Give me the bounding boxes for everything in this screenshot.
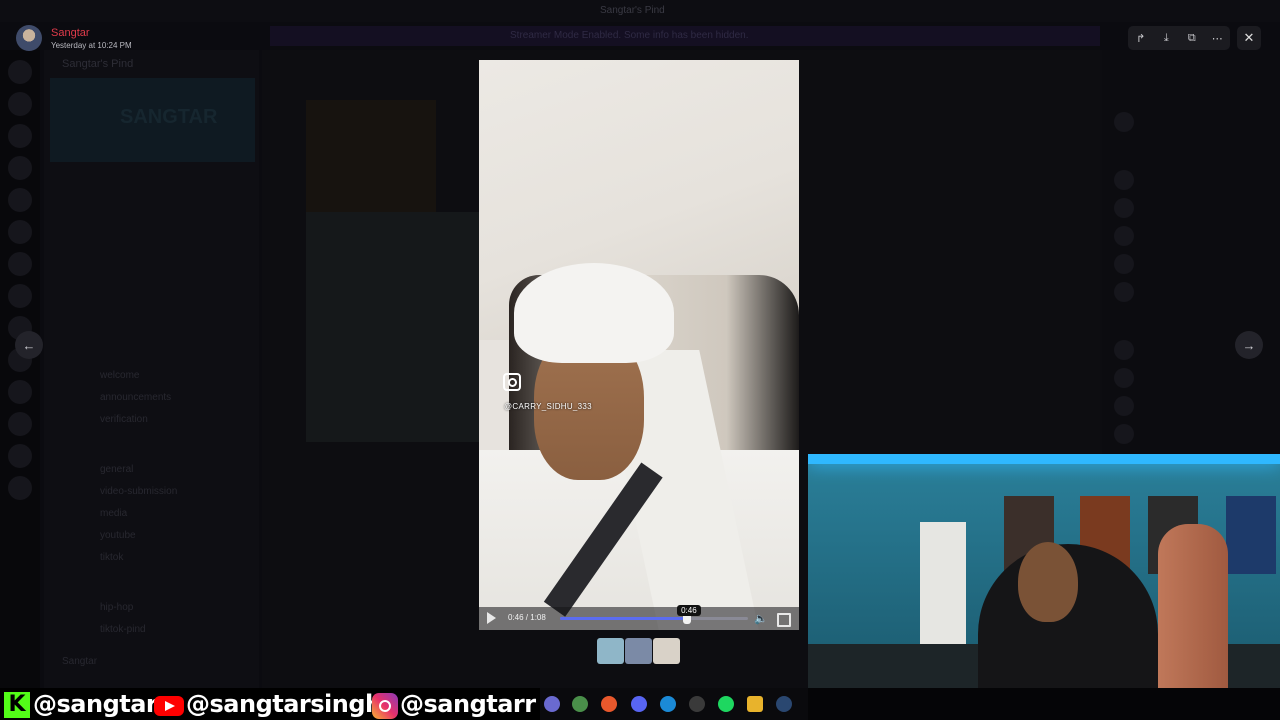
play-icon[interactable] bbox=[487, 612, 496, 624]
channel-item: announcements bbox=[100, 392, 172, 403]
open-external-icon[interactable]: ⧉ bbox=[1183, 29, 1201, 47]
window-titlebar: Sangtar's Pind bbox=[0, 0, 1280, 22]
watermark-handle: @CARRY_SIDHU_333 bbox=[504, 402, 592, 411]
channel-item: tiktok bbox=[100, 552, 124, 563]
arrow-left-icon[interactable]: ← bbox=[15, 331, 43, 359]
server-icon bbox=[8, 284, 32, 308]
chat-image bbox=[306, 212, 481, 442]
server-icon bbox=[8, 156, 32, 180]
webcam-content bbox=[808, 454, 1280, 464]
server-icon bbox=[8, 60, 32, 84]
channel-item: media bbox=[100, 508, 128, 519]
streamer-mode-banner: Streamer Mode Enabled. Some info has bee… bbox=[270, 26, 1100, 46]
server-icon bbox=[8, 188, 32, 212]
instagram-watermark-icon bbox=[503, 373, 521, 391]
seek-progress bbox=[560, 617, 688, 620]
server-header: Sangtar's Pind bbox=[44, 50, 259, 76]
seek-bar[interactable]: 0:46 bbox=[560, 605, 748, 624]
folder-icon[interactable] bbox=[747, 696, 763, 712]
channel-item: tiktok-pind bbox=[100, 624, 146, 635]
server-icon bbox=[8, 124, 32, 148]
member-avatar bbox=[1114, 424, 1134, 444]
app-icon[interactable] bbox=[689, 696, 705, 712]
channel-item: youtube bbox=[100, 530, 136, 541]
webcam-content bbox=[1158, 524, 1228, 688]
channel-item: verification bbox=[100, 414, 148, 425]
member-avatar bbox=[1114, 170, 1134, 190]
uploader-name[interactable]: Sangtar bbox=[51, 27, 90, 39]
app-icon[interactable] bbox=[544, 696, 560, 712]
instagram-handle: @sangtarr bbox=[400, 690, 536, 718]
instagram-icon bbox=[372, 693, 398, 719]
webcam-content bbox=[1226, 496, 1276, 574]
seek-tooltip: 0:46 bbox=[677, 605, 701, 616]
channel-item: general bbox=[100, 464, 134, 475]
window-title: Sangtar's Pind bbox=[600, 5, 665, 16]
upload-timestamp: Yesterday at 10:24 PM bbox=[51, 41, 132, 50]
server-icon bbox=[8, 252, 32, 276]
kick-icon: K bbox=[4, 692, 30, 718]
member-avatar bbox=[1114, 226, 1134, 246]
server-icon bbox=[8, 444, 32, 468]
member-avatar bbox=[1114, 396, 1134, 416]
member-avatar bbox=[1114, 198, 1134, 218]
server-name: Sangtar's Pind bbox=[62, 58, 134, 70]
channel-item: welcome bbox=[100, 370, 140, 381]
thumbnail[interactable] bbox=[597, 638, 624, 664]
download-icon[interactable]: ⤓ bbox=[1157, 29, 1175, 47]
server-icon bbox=[8, 380, 32, 404]
member-avatar bbox=[1114, 112, 1134, 132]
uploader-avatar[interactable] bbox=[16, 25, 42, 51]
volume-icon[interactable]: 🔈 bbox=[754, 612, 768, 625]
channel-item: hip-hop bbox=[100, 602, 134, 613]
server-banner: SANGTAR bbox=[50, 78, 255, 162]
kick-handle: @sangtar bbox=[33, 690, 158, 718]
member-avatar bbox=[1114, 340, 1134, 360]
server-icon bbox=[8, 412, 32, 436]
taskbar bbox=[540, 688, 808, 720]
brave-icon[interactable] bbox=[601, 696, 617, 712]
edge-icon[interactable] bbox=[660, 696, 676, 712]
social-handles-bar: K @sangtar @sangtarsingh @sangtarr bbox=[0, 688, 540, 720]
viewer-toolbar: ↱ ⤓ ⧉ ⋯ bbox=[1128, 26, 1230, 50]
streamer-mode-text: Streamer Mode Enabled. Some info has bee… bbox=[510, 30, 749, 41]
chat-image bbox=[306, 100, 436, 220]
steam-icon[interactable] bbox=[776, 696, 792, 712]
server-icon bbox=[8, 476, 32, 500]
close-icon[interactable]: ✕ bbox=[1237, 26, 1261, 50]
video-controls: 0:46 / 1:08 0:46 🔈 bbox=[479, 605, 799, 630]
member-avatar bbox=[1114, 254, 1134, 274]
youtube-handle: @sangtarsingh bbox=[186, 690, 382, 718]
member-avatar bbox=[1114, 282, 1134, 302]
thumbnail[interactable] bbox=[653, 638, 680, 664]
forward-icon[interactable]: ↱ bbox=[1132, 29, 1150, 47]
webcam-overlay bbox=[808, 454, 1280, 688]
channel-sidebar: Sangtar's Pind SANGTAR welcome announcem… bbox=[44, 50, 259, 688]
arrow-right-icon[interactable]: → bbox=[1235, 331, 1263, 359]
time-readout: 0:46 / 1:08 bbox=[508, 613, 546, 622]
youtube-icon bbox=[154, 696, 184, 716]
user-panel-name: Sangtar bbox=[62, 656, 98, 667]
thumbnail[interactable] bbox=[625, 638, 652, 664]
attachment-thumbnails bbox=[597, 638, 681, 664]
member-avatar bbox=[1114, 368, 1134, 388]
server-icon bbox=[8, 220, 32, 244]
channel-item: video-submission bbox=[100, 486, 178, 497]
more-icon[interactable]: ⋯ bbox=[1208, 29, 1226, 47]
video-player[interactable]: @CARRY_SIDHU_333 bbox=[479, 60, 799, 630]
chrome-icon[interactable] bbox=[572, 696, 588, 712]
member-list bbox=[1102, 50, 1280, 450]
spotify-icon[interactable] bbox=[718, 696, 734, 712]
server-banner-text: SANGTAR bbox=[120, 106, 218, 128]
server-rail bbox=[0, 50, 40, 688]
video-content bbox=[514, 263, 674, 363]
fullscreen-icon[interactable] bbox=[777, 613, 791, 627]
server-icon bbox=[8, 92, 32, 116]
webcam-content bbox=[1018, 542, 1078, 622]
discord-icon[interactable] bbox=[631, 696, 647, 712]
